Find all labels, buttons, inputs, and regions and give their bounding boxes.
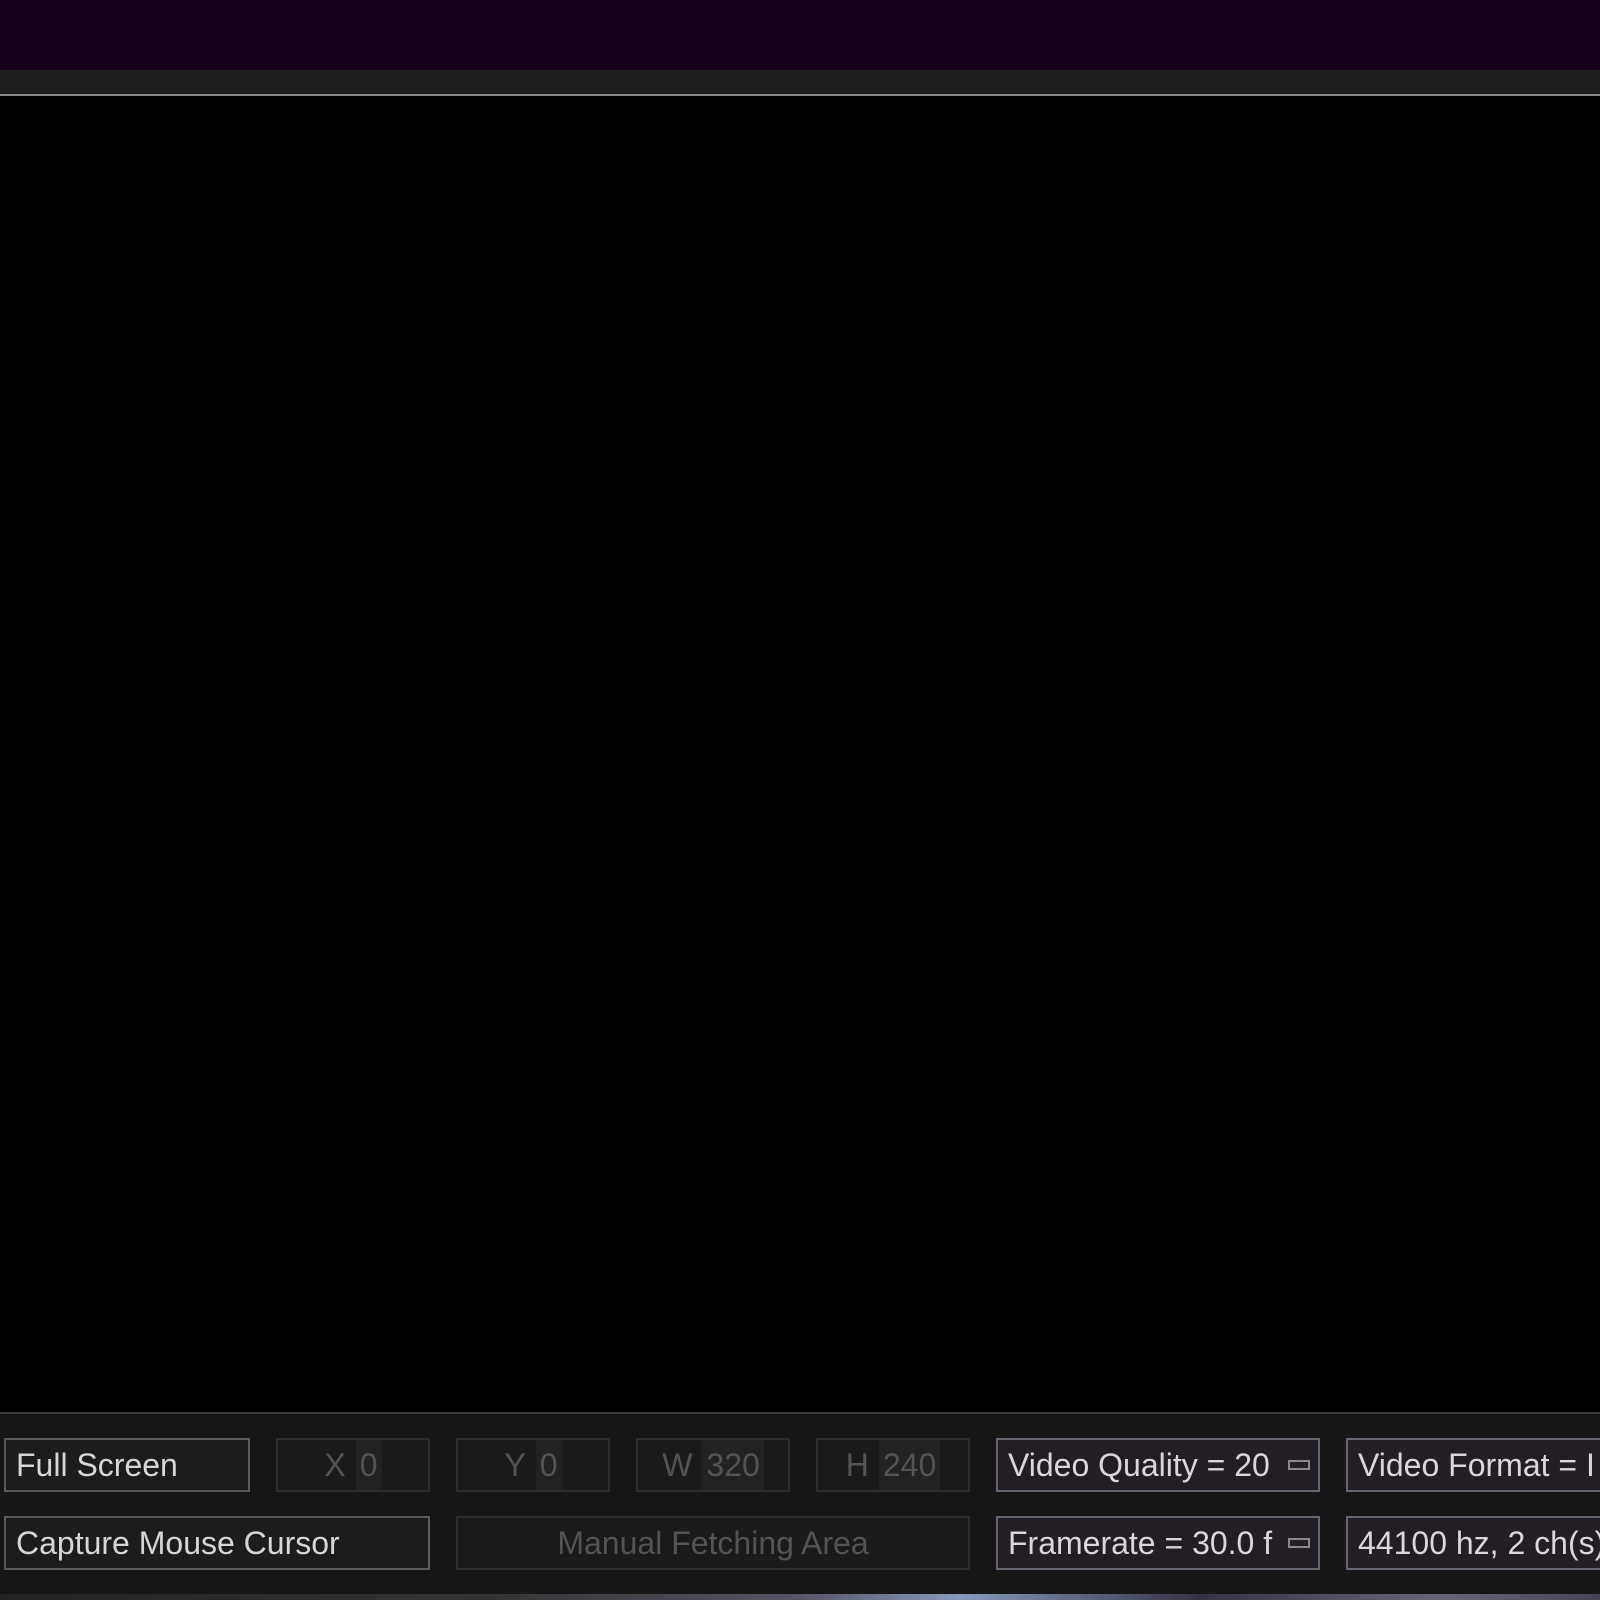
audio-format-dropdown[interactable]: 44100 hz, 2 ch(s) [1346,1516,1600,1570]
x-field[interactable]: X0 [276,1438,430,1492]
title-bar [0,0,1600,70]
video-quality-label: Video Quality = 20 [1008,1447,1270,1483]
capture-mouse-cursor-label: Capture Mouse Cursor [16,1525,340,1561]
y-label: Y [504,1447,526,1483]
capture-mouse-cursor-button[interactable]: Capture Mouse Cursor [4,1516,430,1570]
framerate-dropdown[interactable]: Framerate = 30.0 f [996,1516,1320,1570]
y-value: 0 [535,1440,562,1490]
width-label: W [662,1447,693,1483]
x-value: 0 [355,1440,382,1490]
capture-preview-area [0,96,1600,1412]
manual-fetching-area-label: Manual Fetching Area [557,1525,869,1561]
framerate-label: Framerate = 30.0 f [1008,1525,1273,1561]
toolbar-strip [0,70,1600,96]
height-field[interactable]: H 240 [816,1438,970,1492]
full-screen-label: Full Screen [16,1447,178,1483]
full-screen-button[interactable]: Full Screen [4,1438,250,1492]
video-quality-dropdown[interactable]: Video Quality = 20 [996,1438,1320,1492]
dropdown-icon [1288,1460,1310,1470]
desktop-background-strip [0,1594,1600,1600]
height-value: 240 [878,1440,941,1490]
video-format-dropdown[interactable]: Video Format = I [1346,1438,1600,1492]
video-format-label: Video Format = I [1358,1447,1595,1483]
manual-fetching-area-button[interactable]: Manual Fetching Area [456,1516,970,1570]
height-label: H [845,1447,869,1483]
y-field[interactable]: Y0 [456,1438,610,1492]
width-value: 320 [702,1440,764,1490]
dropdown-icon [1288,1538,1310,1548]
x-label: X [324,1447,346,1483]
audio-format-label: 44100 hz, 2 ch(s) [1358,1525,1600,1561]
width-field[interactable]: W 320 [636,1438,790,1492]
capture-controls-panel: Full Screen X0 Y0 W 320 H 240 Video Qualit… [0,1412,1600,1596]
